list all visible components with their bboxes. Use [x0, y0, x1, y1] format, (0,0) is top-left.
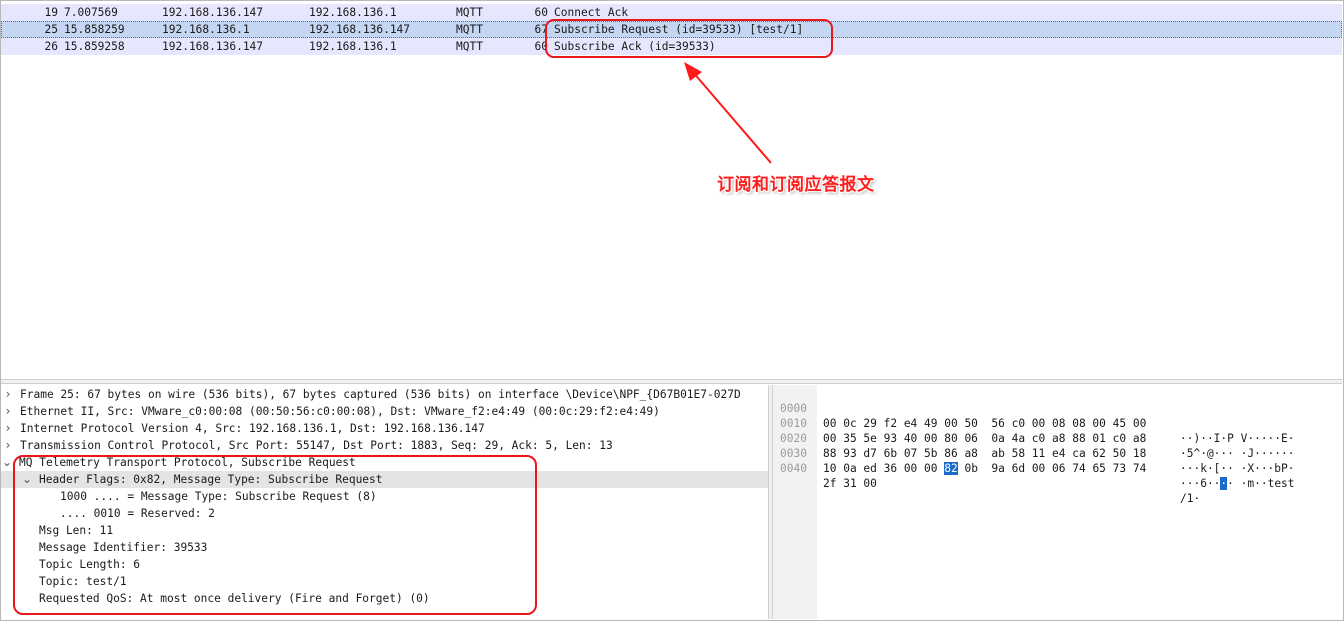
chevron-down-icon[interactable]: ⌄	[1, 454, 13, 471]
highlight-box-mqtt-details	[13, 455, 537, 615]
bytes-ascii: ···6···· ·m··test	[1180, 476, 1295, 491]
bytes-hex-part: 10 0a ed 36 00 00	[823, 462, 945, 475]
tree-item-ipv4[interactable]: › Internet Protocol Version 4, Src: 192.…	[1, 420, 768, 437]
bytes-offset: 0040	[780, 462, 807, 475]
chevron-right-icon[interactable]: ›	[2, 386, 14, 403]
tree-item-label: Transmission Control Protocol, Src Port:…	[20, 439, 613, 452]
packet-length: 60	[534, 6, 548, 19]
tree-item-label: Ethernet II, Src: VMware_c0:00:08 (00:50…	[20, 405, 660, 418]
packet-length: 67	[534, 23, 548, 36]
highlight-box-packets	[545, 19, 833, 58]
packet-protocol: MQTT	[456, 23, 483, 36]
packet-time: 15.859258	[64, 40, 125, 53]
chevron-right-icon[interactable]: ›	[2, 420, 14, 437]
packet-protocol: MQTT	[456, 6, 483, 19]
packet-bytes-pane[interactable]: 0000 00 0c 29 f2 e4 49 00 50 56 c0 00 08…	[773, 385, 1342, 619]
bytes-hex: 10 0a ed 36 00 00 82 0b 9a 6d 00 06 74 6…	[823, 461, 1146, 476]
bytes-hex: 2f 31 00	[823, 477, 877, 490]
bytes-row[interactable]: 0030 10 0a ed 36 00 00 82 0b 9a 6d 00 06…	[773, 431, 1342, 490]
packet-source: 192.168.136.1	[162, 23, 250, 36]
bytes-row[interactable]: 0040 2f 31 00 /1·	[773, 446, 1342, 505]
bytes-row[interactable]: 0000 00 0c 29 f2 e4 49 00 50 56 c0 00 08…	[773, 386, 1342, 445]
bytes-hex-selected[interactable]: 82	[944, 462, 958, 475]
packet-time: 15.858259	[64, 23, 125, 36]
bytes-ascii: ···k·[·· ·X···bP·	[1180, 462, 1295, 475]
chevron-right-icon[interactable]: ›	[2, 437, 14, 454]
packet-source: 192.168.136.147	[162, 6, 264, 19]
packet-protocol: MQTT	[456, 40, 483, 53]
tree-item-ethernet[interactable]: › Ethernet II, Src: VMware_c0:00:08 (00:…	[1, 403, 768, 420]
packet-length: 60	[534, 40, 548, 53]
packet-source: 192.168.136.147	[162, 40, 264, 53]
packet-no: 26	[44, 40, 58, 53]
bytes-hex-part: 0b 9a 6d 00 06 74 65 73 74	[957, 462, 1147, 475]
tree-item-label: Internet Protocol Version 4, Src: 192.16…	[20, 422, 485, 435]
annotation-label: 订阅和订阅应答报文	[717, 175, 875, 195]
packet-destination: 192.168.136.1	[309, 6, 397, 19]
packet-no: 19	[44, 6, 58, 19]
packet-destination: 192.168.136.147	[309, 23, 411, 36]
chevron-right-icon[interactable]: ›	[2, 403, 14, 420]
bytes-ascii-part: · ·m··test	[1227, 477, 1295, 490]
packet-destination: 192.168.136.1	[309, 40, 397, 53]
bytes-row[interactable]: 0010 00 35 5e 93 40 00 80 06 0a 4a c0 a8…	[773, 401, 1342, 460]
tree-item-label: Frame 25: 67 bytes on wire (536 bits), 6…	[20, 388, 741, 401]
bytes-ascii: /1·	[1180, 492, 1201, 505]
packet-no: 25	[44, 23, 58, 36]
bytes-ascii-part: ···6··	[1180, 477, 1221, 490]
pane-splitter-horizontal[interactable]	[1, 379, 1342, 384]
tree-item-frame[interactable]: › Frame 25: 67 bytes on wire (536 bits),…	[1, 386, 768, 403]
tree-item-tcp[interactable]: › Transmission Control Protocol, Src Por…	[1, 437, 768, 454]
bytes-row[interactable]: 0020 88 93 d7 6b 07 5b 86 a8 ab 58 11 e4…	[773, 416, 1342, 475]
packet-time: 7.007569	[64, 6, 118, 19]
